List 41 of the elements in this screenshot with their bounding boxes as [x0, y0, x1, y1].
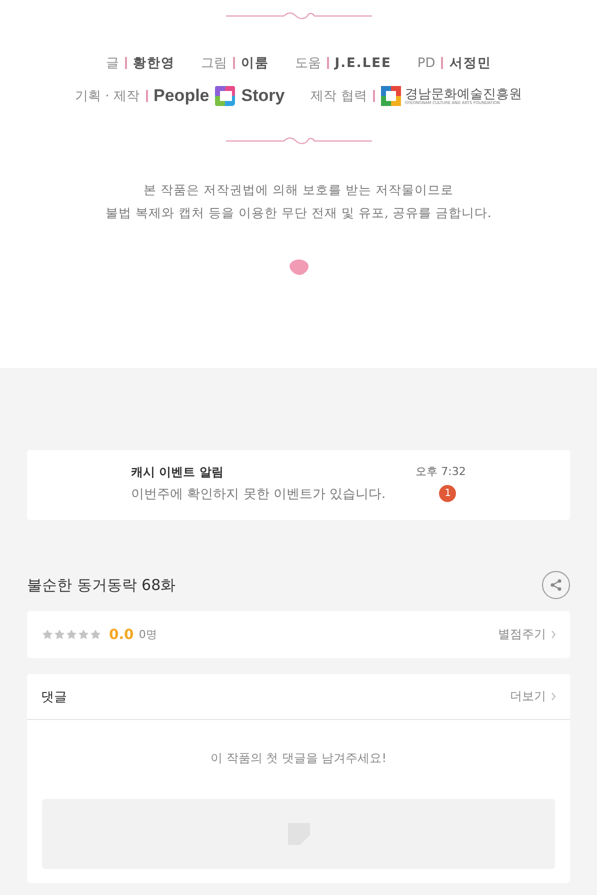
star-icon: [42, 629, 53, 640]
star-icon: [90, 629, 101, 640]
credit-role: 제작 협력: [310, 88, 367, 105]
comment-input-field[interactable]: [42, 799, 555, 869]
notification-time: 오후 7:32: [416, 464, 466, 479]
foundation-logo-icon: [380, 86, 401, 106]
unread-badge: 1: [439, 485, 456, 502]
chevron-right-icon: [551, 692, 556, 701]
comments-title: 댓글: [41, 688, 67, 706]
share-button[interactable]: [542, 571, 570, 599]
credit-role: 그림: [200, 55, 227, 72]
notification-title: 캐시 이벤트 알림: [131, 464, 224, 481]
share-icon: [549, 578, 563, 592]
organization-name: 경남문화예술진흥원: [404, 88, 522, 100]
credit-role: 도움: [294, 55, 321, 72]
rating-score: 0.0: [109, 626, 134, 642]
notification-card[interactable]: 캐시 이벤트 알림 이번주에 확인하지 못한 이벤트가 있습니다. 오후 7:32 1: [27, 450, 570, 520]
rating-count: 0명: [138, 627, 157, 642]
star-icon: [78, 629, 89, 640]
notification-message: 이번주에 확인하지 못한 이벤트가 있습니다.: [131, 486, 386, 503]
star-rating[interactable]: [42, 629, 101, 640]
star-icon: [54, 629, 65, 640]
episode-title: 불순한 동거동락 68화: [27, 576, 176, 594]
petal-icon: [288, 258, 310, 276]
logo-text: People: [154, 86, 210, 106]
credit-role: 기획 · 제작: [75, 88, 140, 105]
credit-role: 글: [106, 55, 119, 72]
square-logo-icon: [213, 84, 238, 108]
credit-name: 이룸: [240, 55, 269, 72]
copyright-notice: 불법 복제와 캡처 등을 이용한 무단 전재 및 유포, 공유를 금합니다.: [106, 205, 492, 222]
credit-name: 황한영: [132, 55, 175, 72]
credit-name: 서정민: [449, 55, 492, 72]
empty-comments-message: 이 작품의 첫 댓글을 남겨주세요!: [210, 750, 387, 767]
more-link[interactable]: 더보기: [510, 688, 546, 705]
copyright-notice: 본 작품은 저작권법에 의해 보호를 받는 저작물이므로: [144, 182, 454, 199]
chevron-right-icon: [551, 630, 556, 639]
star-icon: [66, 629, 77, 640]
logo-text: Story: [241, 86, 285, 106]
credit-name: J.E.LEE: [334, 56, 392, 70]
credit-role: PD: [417, 56, 436, 70]
rate-link[interactable]: 별점주기: [498, 626, 546, 643]
